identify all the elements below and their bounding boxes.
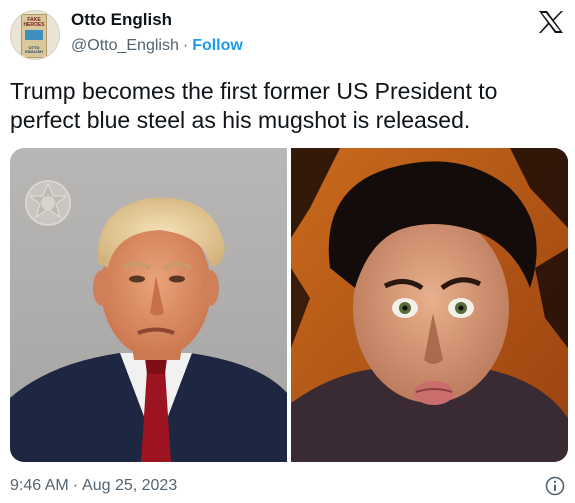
- zoolander-photo[interactable]: [291, 148, 568, 462]
- badge-seal-icon: [25, 180, 71, 226]
- author-name[interactable]: Otto English: [71, 10, 172, 30]
- tweet-card: FAKE HEROES OTTO ENGLISH Otto English @O…: [0, 0, 575, 503]
- tweet-text: Trump becomes the first former US Presid…: [10, 78, 498, 133]
- author-handle[interactable]: @Otto_English: [71, 37, 179, 54]
- avatar-book-stripe: [25, 30, 43, 40]
- avatar-book-title: FAKE HEROES: [23, 17, 45, 28]
- timestamp-time: 9:46 AM: [10, 477, 69, 494]
- avatar-book-cover: FAKE HEROES OTTO ENGLISH: [21, 14, 47, 58]
- timestamp-separator: ·: [72, 477, 79, 494]
- handle-row: @Otto_English · Follow: [71, 36, 243, 56]
- info-icon[interactable]: [545, 476, 565, 496]
- avatar[interactable]: FAKE HEROES OTTO ENGLISH: [10, 10, 60, 60]
- avatar-book-author: OTTO ENGLISH: [25, 45, 43, 54]
- media-grid[interactable]: [10, 148, 568, 462]
- follow-button[interactable]: Follow: [192, 37, 243, 54]
- handle-separator: ·: [182, 37, 189, 54]
- timestamp-date: Aug 25, 2023: [82, 477, 178, 494]
- mugshot-photo[interactable]: [10, 148, 287, 462]
- timestamp[interactable]: 9:46 AM · Aug 25, 2023: [10, 476, 177, 496]
- x-logo-icon[interactable]: [538, 10, 564, 34]
